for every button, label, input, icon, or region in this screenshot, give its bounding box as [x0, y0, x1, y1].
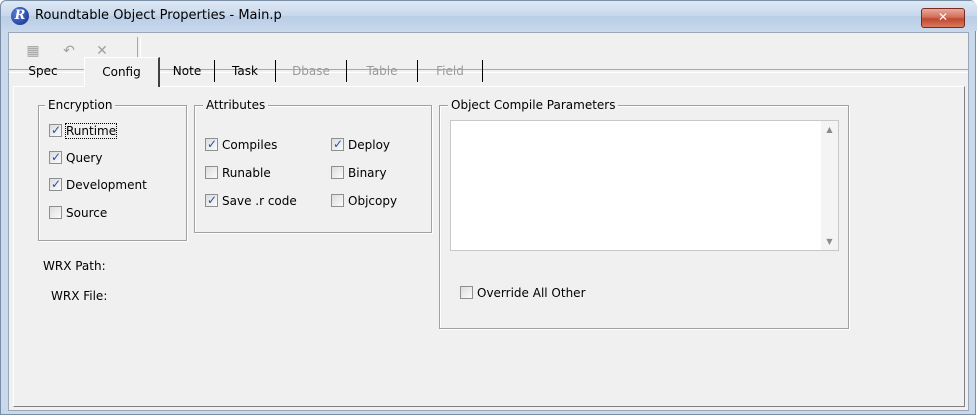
tab-task[interactable]: Task — [216, 60, 274, 82]
checkbox-box[interactable] — [205, 166, 218, 179]
deploy-checkbox[interactable]: Deploy — [331, 136, 391, 153]
encryption-group: Encryption Runtime Query Development Sou… — [38, 97, 187, 241]
tab-divider — [482, 60, 483, 82]
runtime-checkbox[interactable]: Runtime — [49, 122, 118, 139]
checkbox-box[interactable] — [205, 192, 218, 208]
checkbox-label: Runable — [222, 166, 271, 180]
checkbox-label: Override All Other — [477, 286, 586, 300]
checkbox-box[interactable] — [49, 149, 62, 165]
attributes-legend: Attributes — [203, 97, 269, 113]
properties-window: R Roundtable Object Properties - Main.p … — [0, 0, 977, 415]
compiles-checkbox[interactable]: Compiles — [205, 136, 278, 153]
wrx-file-label: WRX File: — [51, 289, 108, 303]
client-area: ▦ ↶ ✕ Spec Config Note Task Dbase Table … — [8, 32, 969, 411]
save-icon[interactable]: ▦ — [23, 41, 43, 61]
save-r-code-checkbox[interactable]: Save .r code — [205, 192, 297, 209]
tab-divider — [275, 60, 276, 82]
checkbox-label: Compiles — [222, 138, 278, 152]
checkbox-box[interactable] — [331, 166, 344, 179]
config-tab-panel: Encryption Runtime Query Development Sou… — [13, 86, 965, 407]
scrollbar[interactable]: ▲ ▼ — [821, 121, 838, 250]
tab-dbase[interactable]: Dbase — [277, 60, 345, 82]
tab-table[interactable]: Table — [348, 60, 416, 82]
checkbox-label: Objcopy — [348, 194, 398, 208]
checkbox-label: Save .r code — [222, 194, 297, 208]
checkbox-label: Development — [66, 178, 147, 192]
checkbox-label: Binary — [348, 166, 387, 180]
tab-note[interactable]: Note — [161, 60, 213, 82]
compile-params-legend: Object Compile Parameters — [448, 97, 619, 113]
tab-divider — [346, 60, 347, 82]
query-checkbox[interactable]: Query — [49, 149, 103, 166]
tab-config[interactable]: Config — [84, 57, 160, 87]
development-checkbox[interactable]: Development — [49, 176, 147, 193]
override-all-other-checkbox[interactable]: Override All Other — [460, 285, 586, 301]
window-title: Roundtable Object Properties - Main.p — [35, 8, 282, 23]
checkbox-label: Deploy — [348, 138, 391, 152]
source-checkbox[interactable]: Source — [49, 205, 107, 221]
title-bar[interactable]: R Roundtable Object Properties - Main.p … — [1, 1, 977, 31]
binary-checkbox[interactable]: Binary — [331, 165, 387, 181]
checkbox-box[interactable] — [331, 136, 344, 152]
checkbox-box[interactable] — [460, 286, 473, 299]
tab-field[interactable]: Field — [419, 60, 481, 82]
objcopy-checkbox[interactable]: Objcopy — [331, 193, 397, 209]
checkbox-box[interactable] — [49, 206, 62, 219]
checkbox-box[interactable] — [205, 136, 218, 152]
checkbox-label: Runtime — [64, 123, 118, 139]
compile-params-group: Object Compile Parameters ▲ ▼ Override A… — [439, 97, 849, 329]
scroll-down-icon[interactable]: ▼ — [821, 233, 838, 250]
checkbox-label: Query — [66, 151, 103, 165]
tab-spec[interactable]: Spec — [19, 60, 67, 82]
checkbox-label: Source — [66, 206, 108, 220]
tab-divider — [214, 60, 215, 82]
wrx-path-label: WRX Path: — [43, 259, 106, 273]
runable-checkbox[interactable]: Runable — [205, 165, 271, 181]
checkbox-box[interactable] — [49, 122, 62, 138]
scroll-up-icon[interactable]: ▲ — [821, 121, 838, 138]
close-button[interactable]: ✕ — [921, 8, 965, 28]
roundtable-logo-icon[interactable]: R — [11, 7, 29, 25]
checkbox-box[interactable] — [49, 176, 62, 192]
encryption-legend: Encryption — [45, 97, 116, 113]
compile-params-textarea[interactable]: ▲ ▼ — [450, 120, 839, 251]
tab-divider — [417, 60, 418, 82]
attributes-group: Attributes Compiles Deploy Runable Binar… — [194, 97, 432, 233]
undo-icon[interactable]: ↶ — [59, 41, 79, 61]
checkbox-box[interactable] — [331, 194, 344, 207]
